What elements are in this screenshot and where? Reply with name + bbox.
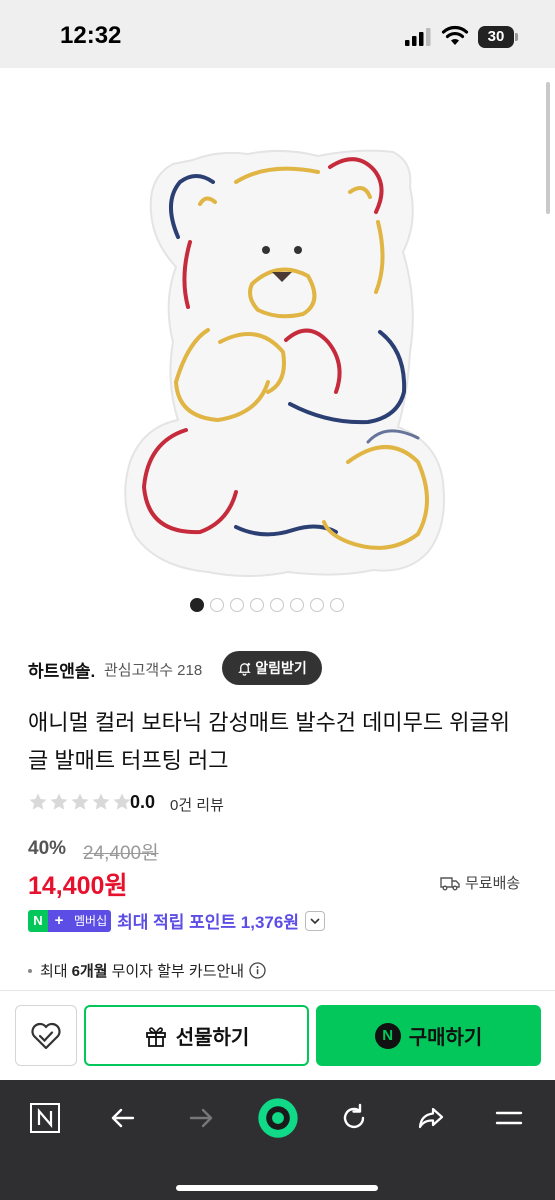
store-name[interactable]: 하트앤솔. bbox=[28, 657, 95, 682]
battery-level: 30 bbox=[487, 28, 505, 45]
star-icon bbox=[71, 793, 89, 810]
wifi-icon bbox=[441, 25, 469, 45]
installment-months: 6개월 bbox=[71, 963, 108, 980]
pagination-dot[interactable] bbox=[270, 598, 284, 612]
wishlist-button[interactable] bbox=[15, 1005, 77, 1066]
image-pagination[interactable] bbox=[190, 598, 344, 614]
gift-icon bbox=[145, 1026, 166, 1047]
discount-rate: 40% bbox=[28, 838, 67, 859]
sale-price: 14,400원 bbox=[28, 872, 128, 900]
gift-button-label: 선물하기 bbox=[175, 1027, 250, 1049]
naver-n-icon bbox=[30, 1103, 60, 1133]
gift-button[interactable]: 선물하기 bbox=[84, 1005, 309, 1066]
membership-expand-button[interactable] bbox=[304, 910, 325, 931]
back-button[interactable] bbox=[100, 1098, 146, 1138]
rating-stars bbox=[28, 792, 132, 812]
product-title: 애니멀 컬러 보타닉 감성매트 발수건 데미무드 위글위글 발매트 터프팅 러그 bbox=[28, 710, 510, 773]
pagination-dot[interactable] bbox=[210, 598, 224, 612]
purchase-action-bar: 선물하기 N 구매하기 bbox=[0, 990, 555, 1080]
share-icon bbox=[418, 1107, 444, 1129]
signal-icon bbox=[405, 28, 431, 46]
npay-icon: N bbox=[374, 1022, 401, 1049]
menu-button[interactable] bbox=[486, 1098, 532, 1138]
store-followers: 관심고객수 218 bbox=[104, 662, 203, 679]
star-icon bbox=[92, 793, 110, 810]
heart-check-icon bbox=[31, 1022, 61, 1049]
hamburger-menu-icon bbox=[495, 1111, 523, 1125]
installment-info[interactable]: 최대 6개월 무이자 할부 카드안내 bbox=[28, 960, 266, 981]
forward-button[interactable] bbox=[178, 1098, 224, 1138]
bullet bbox=[28, 968, 32, 973]
chevron-down-icon bbox=[310, 917, 320, 924]
pagination-dot[interactable] bbox=[310, 598, 324, 612]
share-button[interactable] bbox=[408, 1098, 454, 1138]
info-icon[interactable] bbox=[249, 962, 266, 979]
alarm-button-label: 알림받기 bbox=[255, 660, 307, 676]
refresh-icon bbox=[343, 1103, 365, 1129]
page-scrollbar[interactable] bbox=[546, 82, 550, 214]
status-bar: 12:32 30 bbox=[0, 0, 555, 68]
membership-points[interactable]: N + 멤버십 최대 적립 포인트 1,376원 bbox=[28, 908, 325, 933]
refresh-button[interactable] bbox=[331, 1098, 377, 1138]
installment-suffix: 무이자 할부 카드안내 bbox=[111, 963, 245, 980]
pagination-dot[interactable] bbox=[190, 598, 204, 612]
green-dot-icon bbox=[258, 1098, 298, 1138]
pagination-dot[interactable] bbox=[330, 598, 344, 612]
naver-plus-membership-badge: N + 멤버십 bbox=[28, 909, 112, 932]
bell-plus-icon bbox=[238, 662, 252, 676]
installment-prefix: 최대 bbox=[40, 963, 68, 980]
pagination-dot[interactable] bbox=[250, 598, 264, 612]
arrow-right-icon bbox=[189, 1108, 213, 1128]
review-count[interactable]: 0건 리뷰 bbox=[170, 794, 224, 815]
product-image[interactable] bbox=[118, 142, 448, 582]
badge-plus: + bbox=[48, 909, 70, 932]
status-time: 12:32 bbox=[60, 22, 122, 49]
star-icon bbox=[29, 793, 47, 810]
rating-value: 0.0 bbox=[130, 792, 156, 812]
buy-button-label: 구매하기 bbox=[408, 1027, 483, 1049]
arrow-left-icon bbox=[111, 1108, 135, 1128]
badge-label: 멤버십 bbox=[70, 909, 112, 932]
star-icon bbox=[50, 793, 68, 810]
star-icon bbox=[113, 793, 131, 810]
browser-toolbar bbox=[0, 1080, 555, 1200]
membership-points-text: 최대 적립 포인트 1,376원 bbox=[117, 913, 299, 932]
buy-button[interactable]: N 구매하기 bbox=[316, 1005, 541, 1066]
truck-icon bbox=[440, 876, 460, 890]
alarm-button[interactable]: 알림받기 bbox=[222, 651, 322, 685]
home-indicator[interactable] bbox=[176, 1185, 378, 1191]
original-price: 24,400원 bbox=[83, 843, 159, 864]
free-shipping: 무료배송 bbox=[440, 872, 520, 893]
battery-indicator: 30 bbox=[478, 26, 518, 48]
pagination-dot[interactable] bbox=[290, 598, 304, 612]
naver-home-button[interactable] bbox=[22, 1098, 68, 1138]
green-dot-button[interactable] bbox=[255, 1098, 301, 1138]
pagination-dot[interactable] bbox=[230, 598, 244, 612]
badge-n: N bbox=[28, 909, 48, 932]
free-shipping-label: 무료배송 bbox=[465, 875, 521, 892]
